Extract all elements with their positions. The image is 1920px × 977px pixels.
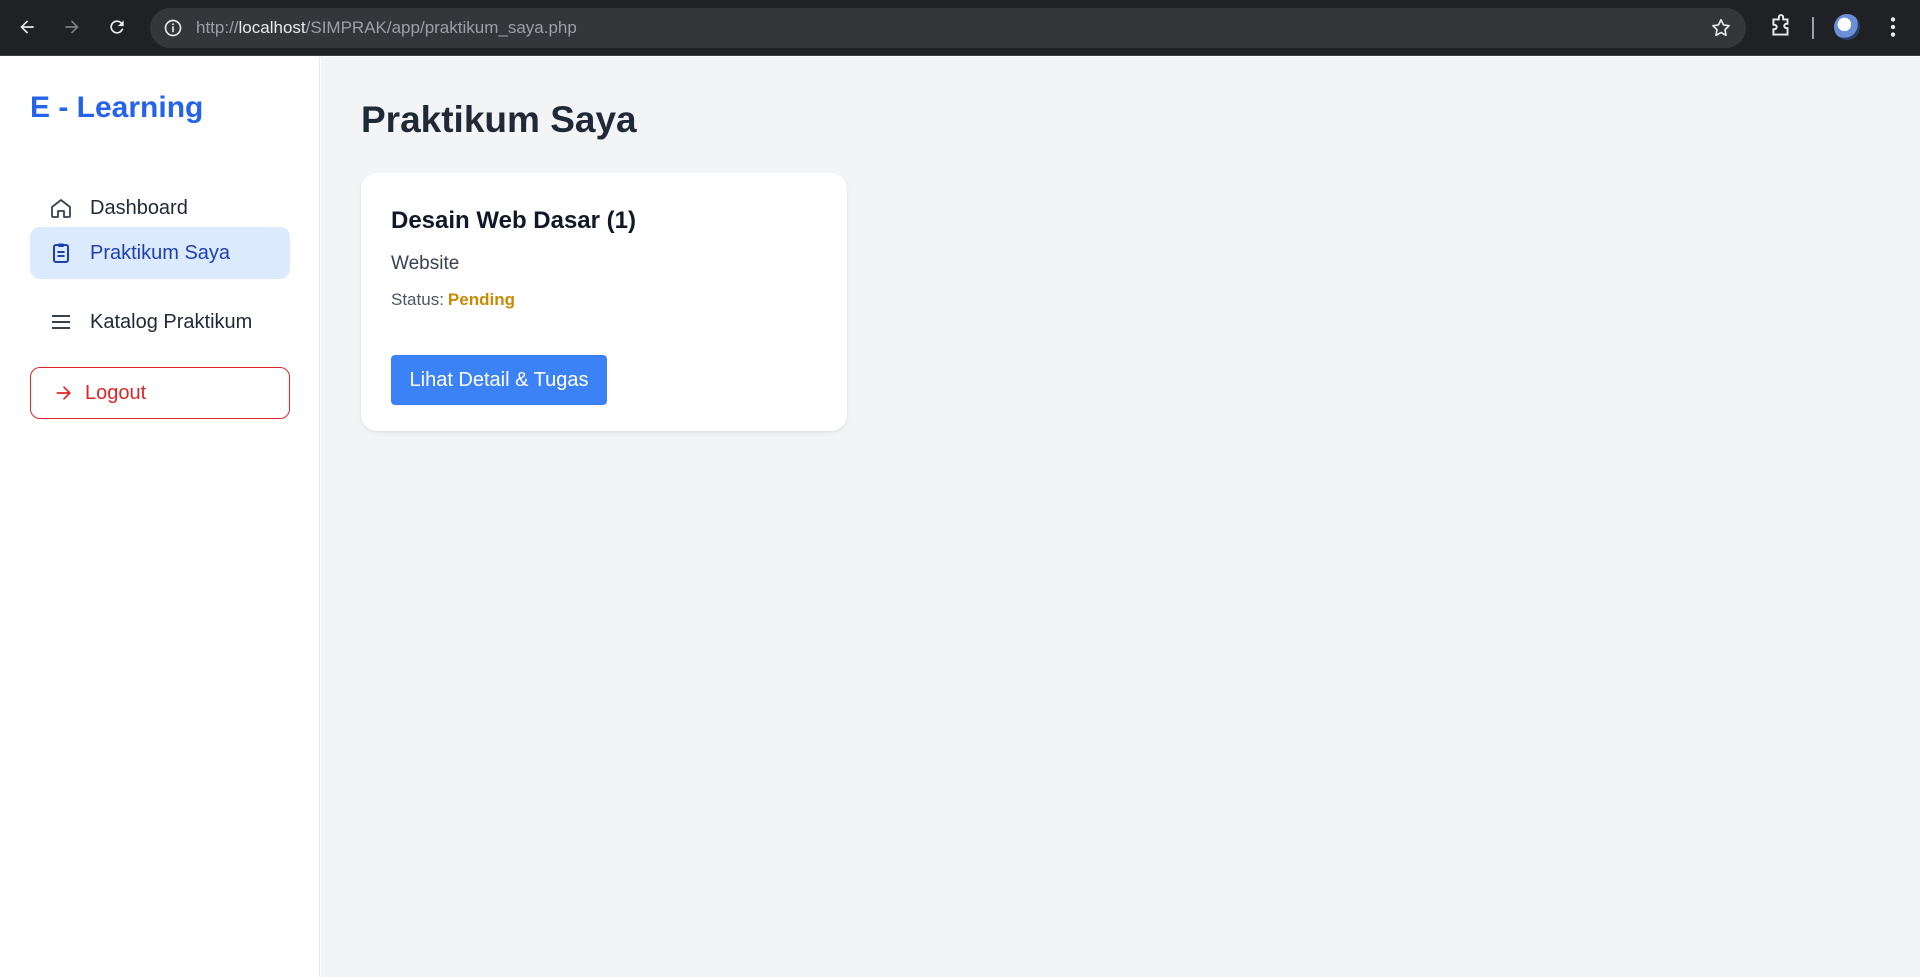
bookmark-star-icon[interactable] xyxy=(1710,17,1732,39)
logout-button[interactable]: Logout xyxy=(30,367,290,419)
url-text: http://localhost/SIMPRAK/app/praktikum_s… xyxy=(196,18,577,38)
home-icon xyxy=(48,195,74,221)
status-badge: Pending xyxy=(447,290,515,309)
sidebar-item-dashboard[interactable]: Dashboard xyxy=(30,183,290,233)
view-detail-button[interactable]: Lihat Detail & Tugas xyxy=(391,355,607,405)
extensions-icon[interactable] xyxy=(1768,14,1794,40)
arrow-right-icon xyxy=(53,382,75,404)
main-content: Praktikum Saya Desain Web Dasar (1) Webs… xyxy=(321,57,1920,977)
list-icon xyxy=(48,309,74,335)
status-label: Status: xyxy=(391,290,444,309)
brand-logo[interactable]: E - Learning xyxy=(30,91,203,125)
forward-icon xyxy=(65,20,79,34)
sidebar-item-label: Katalog Praktikum xyxy=(90,310,253,333)
address-bar[interactable]: http://localhost/SIMPRAK/app/praktikum_s… xyxy=(150,8,1746,48)
browser-toolbar: http://localhost/SIMPRAK/app/praktikum_s… xyxy=(0,0,1920,56)
sidebar-item-praktikum-saya[interactable]: Praktikum Saya xyxy=(30,227,290,279)
sidebar-item-label: Praktikum Saya xyxy=(90,241,231,264)
info-icon[interactable] xyxy=(162,17,184,39)
card-status: Status: Pending xyxy=(391,290,515,310)
reload-button[interactable] xyxy=(102,12,132,42)
url-path: /SIMPRAK/app/praktikum_saya.php xyxy=(305,18,577,37)
url-host: localhost xyxy=(238,18,306,37)
praktikum-card: Desain Web Dasar (1) Website Status: Pend… xyxy=(361,173,847,431)
sidebar-item-katalog-praktikum[interactable]: Katalog Praktikum xyxy=(30,297,290,347)
page-title: Praktikum Saya xyxy=(361,99,637,140)
sidebar-item-label: Dashboard xyxy=(90,196,188,219)
card-title: Desain Web Dasar (1) xyxy=(391,207,636,234)
avatar[interactable] xyxy=(1834,14,1860,40)
logout-label: Logout xyxy=(85,381,147,404)
back-button[interactable] xyxy=(12,12,42,42)
menu-icon[interactable] xyxy=(1880,14,1906,40)
back-icon xyxy=(20,20,34,34)
card-subtitle: Website xyxy=(391,253,460,274)
url-scheme: http:// xyxy=(196,18,239,37)
forward-button[interactable] xyxy=(57,12,87,42)
toolbar-divider xyxy=(1812,17,1814,39)
reload-icon xyxy=(110,20,124,34)
clipboard-icon xyxy=(48,240,74,266)
sidebar: E - Learning Dashboard Praktikum Saya Ka… xyxy=(0,57,320,977)
